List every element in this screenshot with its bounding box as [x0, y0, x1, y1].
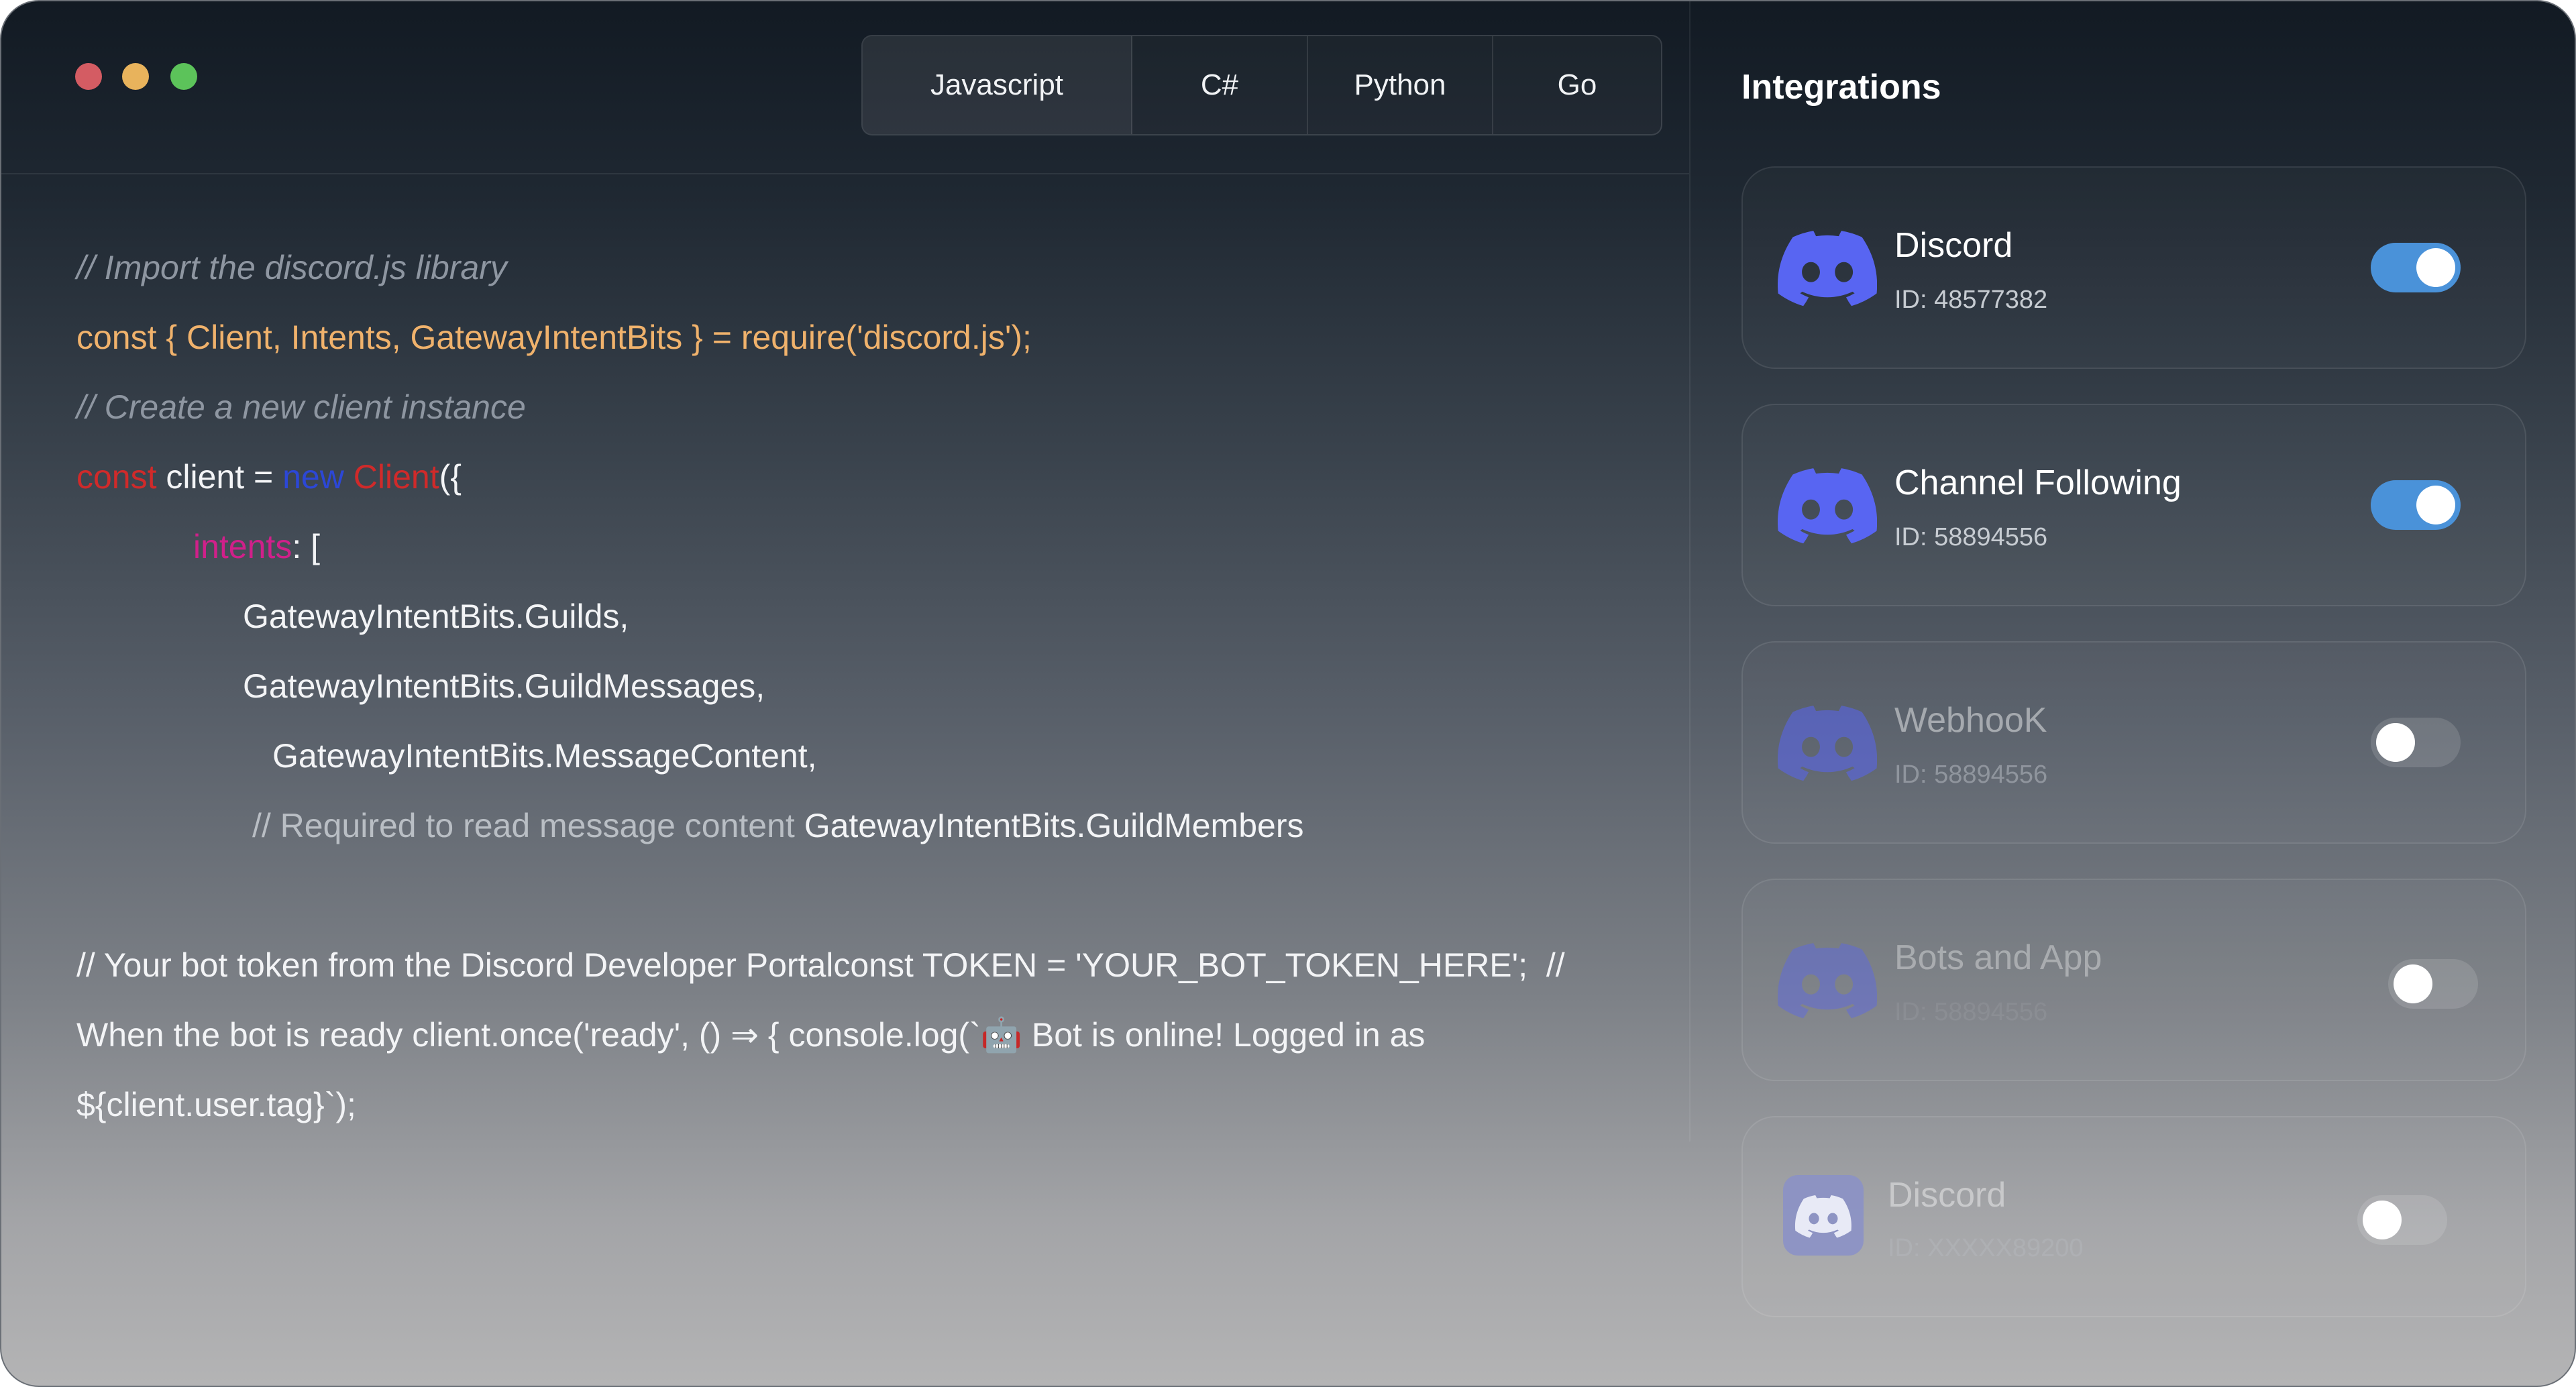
code-line-1: // Import the discord.js library	[76, 249, 507, 286]
integration-toggle[interactable]	[2388, 959, 2478, 1009]
integration-id: ID: 58894556	[1894, 523, 2048, 551]
integration-card-webhook[interactable]: WebhooK ID: 58894556	[1741, 641, 2526, 844]
discord-icon	[1778, 468, 1877, 544]
toggle-knob	[2416, 486, 2455, 524]
code-line-5: intents: [	[193, 527, 320, 566]
integrations-title: Integrations	[1741, 68, 1941, 107]
code-line-11: When the bot is ready client.once('ready…	[76, 1016, 1426, 1054]
discord-app-icon	[1783, 1175, 1864, 1256]
integration-toggle[interactable]	[2371, 718, 2461, 767]
code-line-7: GatewayIntentBits.GuildMessages,	[243, 667, 765, 705]
integration-toggle[interactable]	[2371, 243, 2461, 292]
code-token-const: const	[76, 458, 157, 496]
toggle-knob	[2363, 1201, 2402, 1239]
integration-card-discord-2[interactable]: Discord ID: XXXXX89200	[1741, 1116, 2526, 1317]
integration-card-bots-and-app[interactable]: Bots and App ID: 58894556	[1741, 879, 2526, 1081]
integration-name: WebhooK	[1894, 701, 2047, 740]
code-token-class: Client	[343, 458, 439, 496]
discord-icon	[1778, 943, 1877, 1019]
toggle-knob	[2416, 248, 2455, 287]
discord-icon	[1778, 706, 1877, 781]
code-line-8: GatewayIntentBits.MessageContent,	[272, 737, 817, 775]
integration-card-channel-following[interactable]: Channel Following ID: 58894556	[1741, 404, 2526, 606]
discord-icon	[1778, 231, 1877, 307]
integration-id: ID: 58894556	[1894, 998, 2048, 1026]
code-token-client: client =	[156, 458, 283, 496]
code-token-new: new	[282, 458, 344, 496]
app-window: Javascript C# Python Go // Import the di…	[0, 0, 2576, 1387]
integration-name: Bots and App	[1894, 938, 2102, 977]
toggle-knob	[2394, 964, 2432, 1003]
code-line-3: // Create a new client instance	[76, 388, 526, 426]
integration-id: ID: XXXXX89200	[1888, 1234, 2084, 1262]
integration-name: Discord	[1888, 1176, 2006, 1215]
integration-name: Channel Following	[1894, 463, 2182, 502]
integration-id: ID: 58894556	[1894, 761, 2048, 789]
code-line-2: const { Client, Intents, GatewayIntentBi…	[76, 319, 1032, 356]
code-line-9: // Required to read message content Gate…	[252, 806, 1303, 845]
code-editor: // Import the discord.js library const {…	[76, 1, 1686, 1123]
integration-name: Discord	[1894, 226, 2013, 265]
code-inline-comment: // Required to read message content	[252, 807, 804, 844]
integration-id: ID: 48577382	[1894, 286, 2048, 314]
code-line-12: ${client.user.tag}`);	[76, 1086, 356, 1123]
panel-divider	[1689, 1, 1690, 1142]
code-line-10: // Your bot token from the Discord Devel…	[76, 946, 1565, 984]
integration-toggle[interactable]	[2371, 480, 2461, 530]
toggle-knob	[2376, 723, 2415, 762]
integration-card-discord[interactable]: Discord ID: 48577382	[1741, 166, 2526, 369]
code-token-paren: ({	[439, 458, 462, 496]
code-token-guildmembers: GatewayIntentBits.GuildMembers	[804, 807, 1304, 844]
integration-toggle[interactable]	[2357, 1195, 2447, 1245]
code-line-4: const client = new Client({	[76, 457, 462, 496]
code-line-6: GatewayIntentBits.Guilds,	[243, 598, 629, 635]
code-token-bracket: : [	[292, 528, 321, 565]
code-token-intents: intents	[193, 528, 292, 565]
